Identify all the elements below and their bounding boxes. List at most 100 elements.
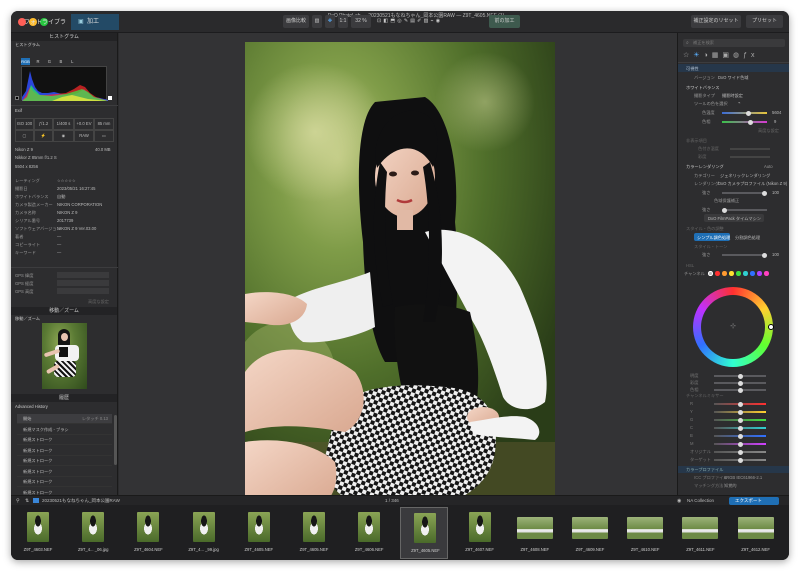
navigator-panel-header[interactable]: 移動／ズーム [11,307,117,315]
hsl-channel-dot[interactable] [722,271,727,276]
compare-button[interactable]: 画像比較 [283,15,309,28]
mixer-row-knob[interactable] [738,449,743,455]
channel-g[interactable]: G [46,59,53,64]
filmstrip-thumbnail[interactable]: Z9T_4603.NEF [14,507,62,559]
mixer-section-title[interactable]: チャンネルミキサー [686,393,724,399]
navigator-thumbnail[interactable] [42,323,87,389]
hsl-channel-dot[interactable] [715,271,720,276]
mixer-row-knob[interactable] [738,441,743,447]
mixer-row-knob[interactable] [738,401,743,407]
metadata-value[interactable]: NIKON CORPORATION [57,202,102,207]
shadow-clip-indicator[interactable] [15,96,19,100]
gradient-icon[interactable]: ▨ [424,18,431,24]
channel-b[interactable]: B [57,59,64,64]
preview-icon[interactable]: ◉ [436,18,443,24]
hsl-row-knob[interactable] [738,387,743,393]
gps-lat-field[interactable] [57,272,109,278]
color-wheel[interactable]: ⊹ [693,287,774,367]
sort-icon[interactable]: ⇅ [25,498,29,504]
hsl-channel-dot[interactable] [736,271,741,276]
category-value[interactable]: ジェネリックレンダリング [720,173,770,179]
layout-icon[interactable]: ▥ [312,15,322,28]
history-item[interactable]: 新規ストローク [17,435,112,445]
mixer-row-slider[interactable] [714,417,766,423]
color-render-title[interactable]: カラーレンダリング [686,164,724,170]
intensity-value[interactable]: 100 [772,190,779,195]
mixer-row-slider[interactable] [714,449,766,455]
hsl-channel-dot[interactable] [757,271,762,276]
filter-icon[interactable]: ⚲ [16,498,20,504]
mixer-row-knob[interactable] [738,417,743,423]
filmstrip-settings-icon[interactable]: ◉ [677,498,681,504]
filmstrip-thumbnail[interactable]: Z9T_4609.NEF [566,507,614,559]
mixer-row-slider[interactable] [714,401,766,407]
hsl-channel-dot[interactable] [764,271,769,276]
hsl-row-knob[interactable] [738,380,743,386]
filmstrip-thumbnail[interactable]: Z9T_4605.NEF [400,507,449,559]
eyedropper-icon[interactable]: ⌁ [738,100,741,105]
wb-more-link[interactable]: 高度な設定 [758,128,779,134]
metadata-value[interactable]: — [57,242,61,247]
palette-detail-icon[interactable]: ▦ [712,52,723,59]
history-item[interactable]: 開始 レタッチ 0.13 [17,414,112,424]
hsl-row-slider[interactable] [714,380,766,386]
tool-icons[interactable]: ⊡◧⬒◎✎▤✐▨⌁◉ [377,15,467,28]
gps-lon-field[interactable] [57,280,109,286]
mixer-row-slider[interactable] [714,457,766,463]
channel-rgb[interactable]: RGB [21,58,30,65]
icc-value[interactable]: sRGB IEC61966-2.1 [724,475,762,480]
highlight-clip-indicator[interactable] [108,96,112,100]
gps-more-link[interactable]: 高度な設定 [88,299,109,305]
filmstrip-thumbnail[interactable]: Z9T_4611.NEF [676,507,724,559]
style-strength-knob[interactable] [762,252,767,258]
history-scrollbar[interactable] [114,415,117,465]
mixer-row-knob[interactable] [738,433,743,439]
simple-toning-button[interactable]: シンプル調色処理 [694,233,730,241]
hidden-slider-2[interactable] [730,156,770,158]
tint-slider[interactable] [722,119,767,125]
zoom-ratio[interactable]: 1:1 [338,15,348,28]
palette-effects-icon[interactable]: ƒx [743,52,758,59]
wb-section-title[interactable]: ホワイトバランス [686,85,719,91]
mixer-row-slider[interactable] [714,409,766,415]
hsl-channel-dot[interactable] [743,271,748,276]
color-render-mode[interactable]: Auto [764,164,773,169]
profile-section-header[interactable]: カラープロファイル [678,466,789,473]
mixer-row-slider[interactable] [714,433,766,439]
wb-type-value[interactable]: 撮影時設定 [722,93,743,99]
filmstrip-thumbnail[interactable]: Z9T_4607.NEF [456,507,504,559]
histogram-panel-header[interactable]: ヒストグラム [11,33,117,41]
palette-geometry-icon[interactable]: ▣ [722,52,733,59]
channel-r[interactable]: R [34,59,41,64]
color-wheel-handle[interactable] [768,324,774,330]
palette-favorites-icon[interactable]: ☆ [683,52,693,59]
history-item[interactable]: 新規ストローク [17,456,112,466]
hsl-section-title[interactable]: HSL [686,263,694,268]
mixer-row-slider[interactable] [714,441,766,447]
split-toning-button[interactable]: 分割調色処理 [732,233,768,241]
filmstrip-thumbnail[interactable]: Z9T_4604.NEF [124,507,172,559]
filmstrip-thumbnail[interactable]: Z9T_4... _99.jpg [180,507,228,559]
export-button[interactable]: エクスポート [729,497,779,505]
history-item[interactable]: 新規ストローク [17,446,112,456]
metadata-value[interactable]: ☆☆☆☆☆ [57,178,76,183]
hsl-channel-selector[interactable] [708,271,788,277]
mixer-row-knob[interactable] [738,457,743,463]
zoom-select[interactable]: 32 % [351,15,371,28]
mixer-row-knob[interactable] [738,425,743,431]
metadata-value[interactable]: — [57,250,61,255]
filmstrip-thumbnail[interactable]: Z9T_4606.NEF [345,507,393,559]
tab-customize[interactable]: ▣ 加工 [71,14,119,30]
filmstrip-thumbnail[interactable]: Z9T_4608.NEF [511,507,559,559]
hsl-channel-dot[interactable] [750,271,755,276]
palette-tabs[interactable]: ☆☀◑▦▣◍ƒx [683,51,785,60]
palette-light-icon[interactable]: ☀ [693,52,703,59]
hsl-row-knob[interactable] [738,373,743,379]
metadata-value[interactable]: NIKON Z 9 [57,210,77,215]
hsl-row-slider[interactable] [714,387,766,393]
style-strength-slider[interactable] [722,252,767,258]
filmstrip-thumbnail[interactable]: Z9T_4610.NEF [621,507,669,559]
history-item[interactable]: 新規マスク作成 - ブラシ [17,425,112,435]
gps-alt-field[interactable] [57,288,109,294]
intent-value[interactable]: 知覚的 [724,483,737,489]
